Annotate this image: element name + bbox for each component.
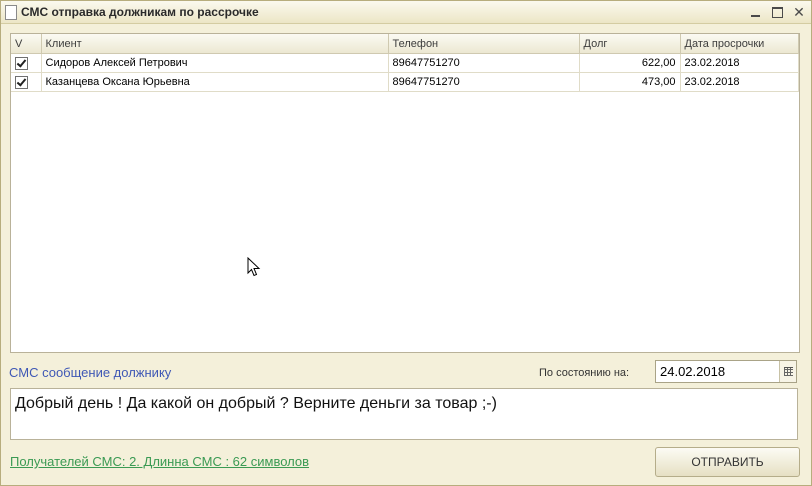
window-title: СМС отправка должникам по рассрочке — [21, 5, 259, 19]
close-button[interactable]: ✕ — [791, 4, 807, 20]
client-cell[interactable]: Казанцева Оксана Юрьевна — [41, 72, 389, 92]
debt-cell[interactable]: 473,00 — [579, 72, 681, 92]
calendar-icon — [783, 367, 793, 376]
recipients-status-link[interactable]: Получателей СМС: 2. Длинна СМС : 62 симв… — [10, 454, 309, 469]
table-row[interactable]: Казанцева Оксана Юрьевна 89647751270 473… — [11, 72, 799, 92]
calendar-button[interactable] — [779, 361, 796, 382]
table-header: V Клиент Телефон Долг Дата просрочки — [11, 34, 799, 54]
send-button[interactable]: ОТПРАВИТЬ — [655, 447, 800, 477]
column-header-phone[interactable]: Телефон — [388, 34, 580, 54]
as-of-date-input[interactable]: 24.02.2018 — [655, 360, 797, 383]
sms-message-text[interactable]: Добрый день ! Да какой он добрый ? Верни… — [15, 395, 497, 413]
column-header-client[interactable]: Клиент — [41, 34, 389, 54]
debtors-table[interactable]: V Клиент Телефон Долг Дата просрочки Сид… — [10, 33, 800, 353]
document-icon — [5, 5, 17, 20]
due-date-cell[interactable]: 23.02.2018 — [680, 72, 799, 92]
sms-window: СМС отправка должникам по рассрочке ✕ V … — [0, 0, 812, 486]
due-date-cell[interactable]: 23.02.2018 — [680, 53, 799, 73]
sms-message-label: СМС сообщение должнику — [9, 365, 172, 380]
row-checkbox-cell[interactable] — [11, 72, 42, 92]
column-header-due-date[interactable]: Дата просрочки — [680, 34, 799, 54]
maximize-icon — [771, 6, 783, 18]
row-checkbox[interactable] — [15, 56, 28, 70]
minimize-icon — [750, 15, 760, 17]
phone-cell[interactable]: 89647751270 — [388, 72, 580, 92]
column-header-select[interactable]: V — [11, 34, 42, 54]
phone-cell[interactable]: 89647751270 — [388, 53, 580, 73]
close-icon: ✕ — [793, 3, 805, 20]
client-cell[interactable]: Сидоров Алексей Петрович — [41, 53, 389, 73]
row-checkbox-cell[interactable] — [11, 53, 42, 73]
column-header-debt[interactable]: Долг — [579, 34, 681, 54]
minimize-button[interactable] — [747, 4, 763, 20]
debt-cell[interactable]: 622,00 — [579, 53, 681, 73]
as-of-date-value[interactable]: 24.02.2018 — [660, 364, 725, 379]
maximize-button[interactable] — [769, 4, 785, 20]
mouse-cursor-icon — [247, 257, 261, 277]
title-bar[interactable]: СМС отправка должникам по рассрочке ✕ — [1, 1, 811, 24]
table-row[interactable]: Сидоров Алексей Петрович 89647751270 622… — [11, 53, 799, 73]
as-of-date-label: По состоянию на: — [539, 367, 630, 379]
row-checkbox[interactable] — [15, 75, 28, 89]
sms-message-input[interactable]: Добрый день ! Да какой он добрый ? Верни… — [10, 388, 798, 440]
